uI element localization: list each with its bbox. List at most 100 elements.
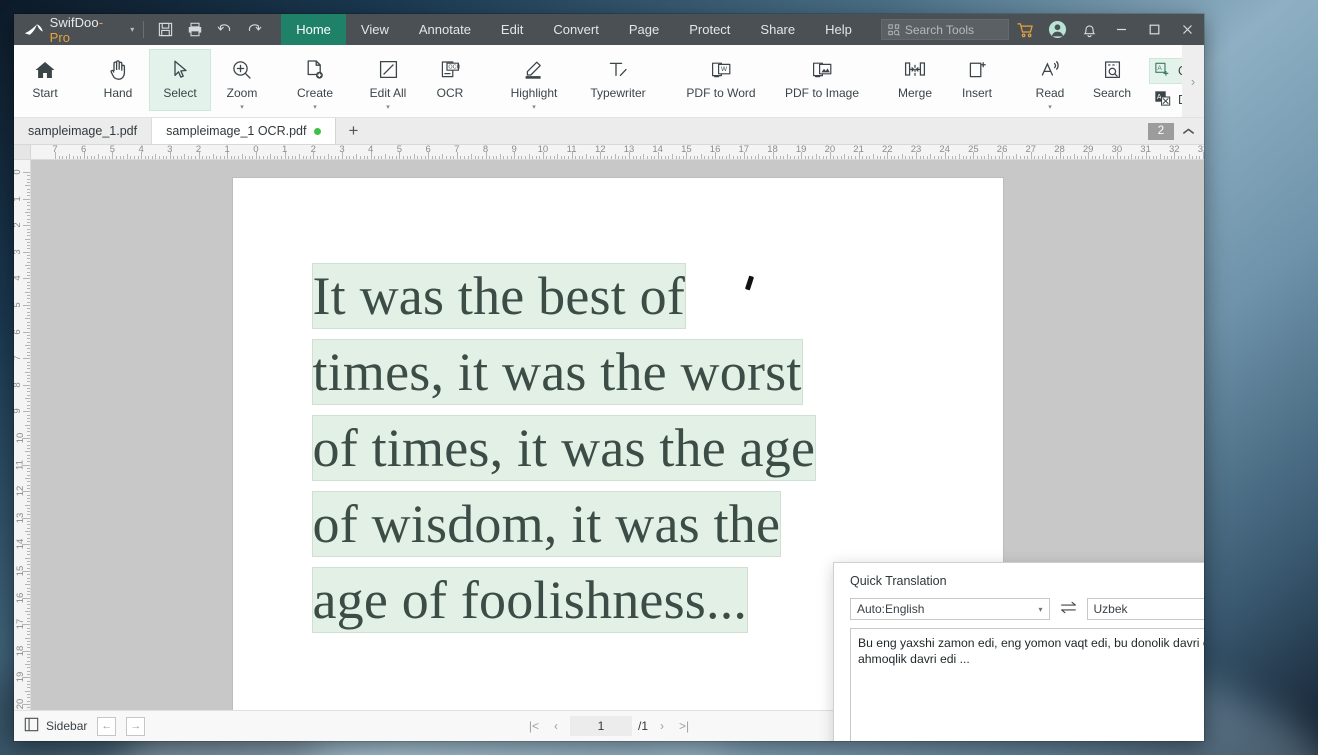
ruler-h-tick xyxy=(324,156,326,159)
document-tab-2[interactable]: sampleimage_1 OCR.pdf xyxy=(152,118,337,144)
menu-item-home[interactable]: Home xyxy=(281,14,346,45)
redo-icon[interactable] xyxy=(240,17,270,43)
cart-icon[interactable] xyxy=(1009,14,1041,45)
ribbon-button-merge[interactable]: Merge xyxy=(884,49,946,111)
menu-item-help[interactable]: Help xyxy=(810,14,867,45)
app-brand[interactable]: SwifDoo-Pro ▾ xyxy=(14,15,134,45)
navigate-back-button[interactable]: ← xyxy=(97,716,117,736)
ruler-h-tick xyxy=(987,154,989,159)
navigate-forward-button[interactable]: → xyxy=(126,716,146,736)
chevron-down-icon[interactable]: ▾ xyxy=(386,104,390,111)
ruler-h-tick xyxy=(349,156,351,159)
menu-item-protect[interactable]: Protect xyxy=(674,14,745,45)
ruler-h-tick xyxy=(682,156,684,159)
chevron-down-icon[interactable]: ▾ xyxy=(1048,104,1052,111)
document-tab-1[interactable]: sampleimage_1.pdf xyxy=(14,118,153,144)
menu-item-annotate[interactable]: Annotate xyxy=(404,14,486,45)
ribbon-overflow-button[interactable]: › xyxy=(1182,45,1204,117)
ruler-h-tick xyxy=(334,156,336,159)
brand-dropdown-caret[interactable]: ▾ xyxy=(130,25,134,34)
chevron-down-icon[interactable]: ▾ xyxy=(532,104,536,111)
ruler-h-tick xyxy=(485,152,487,159)
quick-translation-panel[interactable]: Quick Translation Auto:English ▾ Uzbek B… xyxy=(833,562,1204,741)
undo-icon[interactable] xyxy=(210,17,240,43)
ribbon-button-hand[interactable]: Hand xyxy=(87,49,149,111)
ruler-v-tick xyxy=(27,541,30,543)
ribbon-button-insert[interactable]: Insert xyxy=(946,49,1008,111)
first-page-button[interactable]: |< xyxy=(526,719,542,733)
last-page-button[interactable]: >| xyxy=(676,719,692,733)
ruler-h-tick xyxy=(123,156,125,159)
previous-page-button[interactable]: ‹ xyxy=(548,719,564,733)
menu-item-view[interactable]: View xyxy=(346,14,404,45)
ruler-h-tick xyxy=(898,156,900,159)
ribbon-button-select[interactable]: Select xyxy=(149,49,211,111)
chevron-down-icon[interactable]: ▾ xyxy=(313,104,317,111)
ruler-h-tick xyxy=(1109,156,1111,159)
menu-item-convert[interactable]: Convert xyxy=(538,14,614,45)
sidebar-toggle[interactable]: Sidebar xyxy=(24,717,87,735)
ruler-h-tick xyxy=(1034,156,1036,159)
ruler-v-tick xyxy=(27,391,30,393)
print-icon[interactable] xyxy=(181,17,211,43)
ruler-h-tick xyxy=(1152,156,1154,159)
ruler-h-tick xyxy=(607,156,609,159)
menu-item-share[interactable]: Share xyxy=(745,14,810,45)
swap-languages-icon[interactable] xyxy=(1060,601,1077,617)
minimize-button[interactable] xyxy=(1105,14,1138,45)
ribbon-button-highlight[interactable]: Highlight ▾ xyxy=(492,49,576,111)
current-page-input[interactable]: 1 xyxy=(569,716,632,736)
ruler-h-tick xyxy=(650,156,652,159)
ribbon-button-ocr[interactable]: OCR OCR xyxy=(419,49,481,111)
menu-item-page[interactable]: Page xyxy=(614,14,674,45)
chevron-down-icon[interactable]: ▾ xyxy=(240,104,244,111)
ruler-v-tick xyxy=(27,644,30,646)
new-tab-button[interactable]: + xyxy=(336,118,370,144)
chevron-up-icon[interactable] xyxy=(1178,121,1198,141)
target-language-select[interactable]: Uzbek ▾ xyxy=(1086,598,1204,620)
pdf-text-content[interactable]: It was the best of times, it was the wor… xyxy=(312,258,881,638)
close-button[interactable] xyxy=(1171,14,1204,45)
ribbon-button-create[interactable]: Create ▾ xyxy=(284,49,346,111)
notification-icon[interactable] xyxy=(1073,14,1105,45)
ribbon-button-start[interactable]: Start xyxy=(14,49,76,111)
ruler-h-tick xyxy=(1102,154,1104,159)
search-tools-input[interactable]: Search Tools xyxy=(880,19,1009,40)
ribbon-button-pdf-to-word[interactable]: W PDF to Word xyxy=(671,49,771,111)
ribbon-button-zoom[interactable]: Zoom ▾ xyxy=(211,49,273,111)
ribbon-label-read: Read xyxy=(1035,86,1065,100)
ruler-h-tick xyxy=(629,152,630,159)
ruler-h-tick xyxy=(288,156,290,159)
ruler-v-label: 4 xyxy=(14,276,23,281)
menu-item-edit[interactable]: Edit xyxy=(486,14,538,45)
maximize-button[interactable] xyxy=(1138,14,1171,45)
save-icon[interactable] xyxy=(151,17,181,43)
ruler-v-tick xyxy=(27,577,30,579)
ribbon-button-read[interactable]: Read ▾ xyxy=(1019,49,1081,111)
account-icon[interactable] xyxy=(1041,14,1073,45)
ruler-v-tick xyxy=(23,517,30,519)
source-language-select[interactable]: Auto:English ▾ xyxy=(850,598,1050,620)
ruler-h-tick xyxy=(876,156,878,159)
pdf-text-line-2: times, it was the worst xyxy=(312,340,802,404)
ruler-h-tick xyxy=(352,156,354,159)
ribbon-button-search[interactable]: Search xyxy=(1081,49,1143,111)
ribbon-label-insert: Insert xyxy=(961,86,992,100)
translated-text-area[interactable]: Bu eng yaxshi zamon edi, eng yomon vaqt … xyxy=(850,628,1204,741)
ruler-v-tick xyxy=(23,464,30,466)
ruler-v-tick xyxy=(27,567,30,569)
ruler-v-tick xyxy=(25,185,30,187)
ruler-v-tick xyxy=(23,305,30,306)
ribbon-button-edit-all[interactable]: Edit All ▾ xyxy=(357,49,419,111)
ruler-v-tick xyxy=(27,680,30,682)
ruler-h-tick xyxy=(417,156,419,159)
ruler-v-label: 2 xyxy=(14,223,23,228)
titlebar-divider xyxy=(143,21,145,38)
ribbon-button-typewriter[interactable]: Typewriter xyxy=(576,49,660,111)
ribbon-button-pdf-to-image[interactable]: PDF to Image xyxy=(771,49,873,111)
ruler-v-tick xyxy=(25,557,30,559)
ruler-v-tick xyxy=(27,654,30,656)
ruler-h-tick xyxy=(245,156,247,159)
next-page-button[interactable]: › xyxy=(654,719,670,733)
ruler-h-tick xyxy=(237,156,239,159)
